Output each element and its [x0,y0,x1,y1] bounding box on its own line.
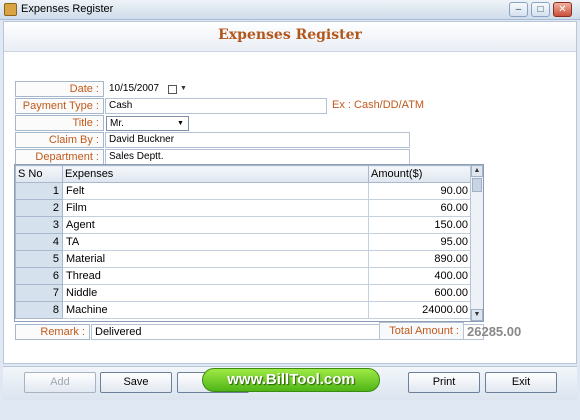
exit-button[interactable]: Exit [485,372,557,393]
table-row[interactable]: 5 Material 890.00 [15,250,472,268]
table-row[interactable]: 4 TA 95.00 [15,233,472,251]
row-expense[interactable]: Machine [62,301,369,319]
department-label: Department : [15,149,104,165]
row-expense[interactable]: Felt [62,182,369,200]
row-expense[interactable]: Material [62,250,369,268]
row-sno: 1 [15,182,63,200]
page-title: Expenses Register [218,27,362,43]
table-row[interactable]: 3 Agent 150.00 [15,216,472,234]
calendar-icon[interactable] [168,85,177,94]
app-icon [4,3,17,16]
row-expense[interactable]: Agent [62,216,369,234]
row-sno: 4 [15,233,63,251]
column-header-amount[interactable]: Amount($) [368,165,472,183]
maximize-icon[interactable]: □ [531,2,550,17]
row-amount[interactable]: 150.00 [368,216,472,234]
scroll-thumb[interactable] [472,178,482,192]
row-sno: 2 [15,199,63,217]
add-button-label: Add [50,376,70,388]
grid-header-row: S No Expenses Amount($) [15,165,472,183]
exit-button-label: Exit [511,376,531,388]
row-expense[interactable]: Niddle [62,284,369,302]
date-value: 10/15/2007 [109,83,160,94]
table-row[interactable]: 2 Film 60.00 [15,199,472,217]
claim-by-label: Claim By : [15,132,104,148]
close-icon[interactable]: ✕ [553,2,572,17]
print-button-label: Print [432,376,456,388]
status-bar [0,400,580,420]
title-bar: Expenses Register – □ ✕ [0,0,580,20]
department-field[interactable]: Sales Deptt. [105,149,410,165]
header-band: Expenses Register [4,22,576,52]
save-button[interactable]: Save [100,372,172,393]
chevron-down-icon[interactable]: ▼ [174,118,187,129]
table-row[interactable]: 6 Thread 400.00 [15,267,472,285]
date-label: Date : [15,81,104,97]
row-expense[interactable]: Thread [62,267,369,285]
row-sno: 6 [15,267,63,285]
payment-type-field[interactable]: Cash [105,98,327,114]
window-title: Expenses Register [21,3,114,15]
table-row[interactable]: 1 Felt 90.00 [15,182,472,200]
total-amount-label: Total Amount : [379,322,464,340]
row-expense[interactable]: TA [62,233,369,251]
department-value: Sales Deptt. [109,151,164,162]
row-amount[interactable]: 890.00 [368,250,472,268]
title-select-value: Mr. [110,118,124,129]
payment-type-label: Payment Type : [15,98,104,114]
save-button-label: Save [123,376,149,388]
row-amount[interactable]: 95.00 [368,233,472,251]
payment-type-value: Cash [109,100,133,111]
row-amount[interactable]: 90.00 [368,182,472,200]
title-label: Title : [15,115,104,131]
title-select[interactable]: Mr. ▼ [106,116,189,131]
row-sno: 8 [15,301,63,319]
row-sno: 3 [15,216,63,234]
date-dropdown-icon[interactable]: ▼ [180,85,187,92]
row-amount[interactable]: 60.00 [368,199,472,217]
remark-value: Delivered [95,326,142,338]
total-amount-value: 26285.00 [467,324,522,339]
scroll-down-icon[interactable]: ▼ [471,309,483,321]
row-expense[interactable]: Film [62,199,369,217]
row-amount[interactable]: 400.00 [368,267,472,285]
row-amount[interactable]: 24000.00 [368,301,472,319]
expenses-grid[interactable]: S No Expenses Amount($) 1 Felt 90.00 2 F… [14,164,484,322]
scroll-up-icon[interactable]: ▲ [471,165,483,177]
row-sno: 7 [15,284,63,302]
add-button[interactable]: Add [24,372,96,393]
minimize-icon[interactable]: – [509,2,528,17]
table-row[interactable]: 8 Machine 24000.00 [15,301,472,319]
remark-label: Remark : [15,324,90,340]
claim-by-field[interactable]: David Buckner [105,132,410,148]
claim-by-value: David Buckner [109,134,175,145]
table-row[interactable]: 7 Niddle 600.00 [15,284,472,302]
grid-scrollbar[interactable]: ▲ ▼ [470,165,483,321]
payment-hint: Ex : Cash/DD/ATM [332,99,425,111]
column-header-expenses[interactable]: Expenses [62,165,369,183]
row-sno: 5 [15,250,63,268]
website-banner: www.BillTool.com [202,368,380,392]
row-amount[interactable]: 600.00 [368,284,472,302]
main-panel: Expenses Register Date : 10/15/2007 ▼ Pa… [3,21,577,364]
column-header-sno[interactable]: S No [15,165,63,183]
print-button[interactable]: Print [408,372,480,393]
